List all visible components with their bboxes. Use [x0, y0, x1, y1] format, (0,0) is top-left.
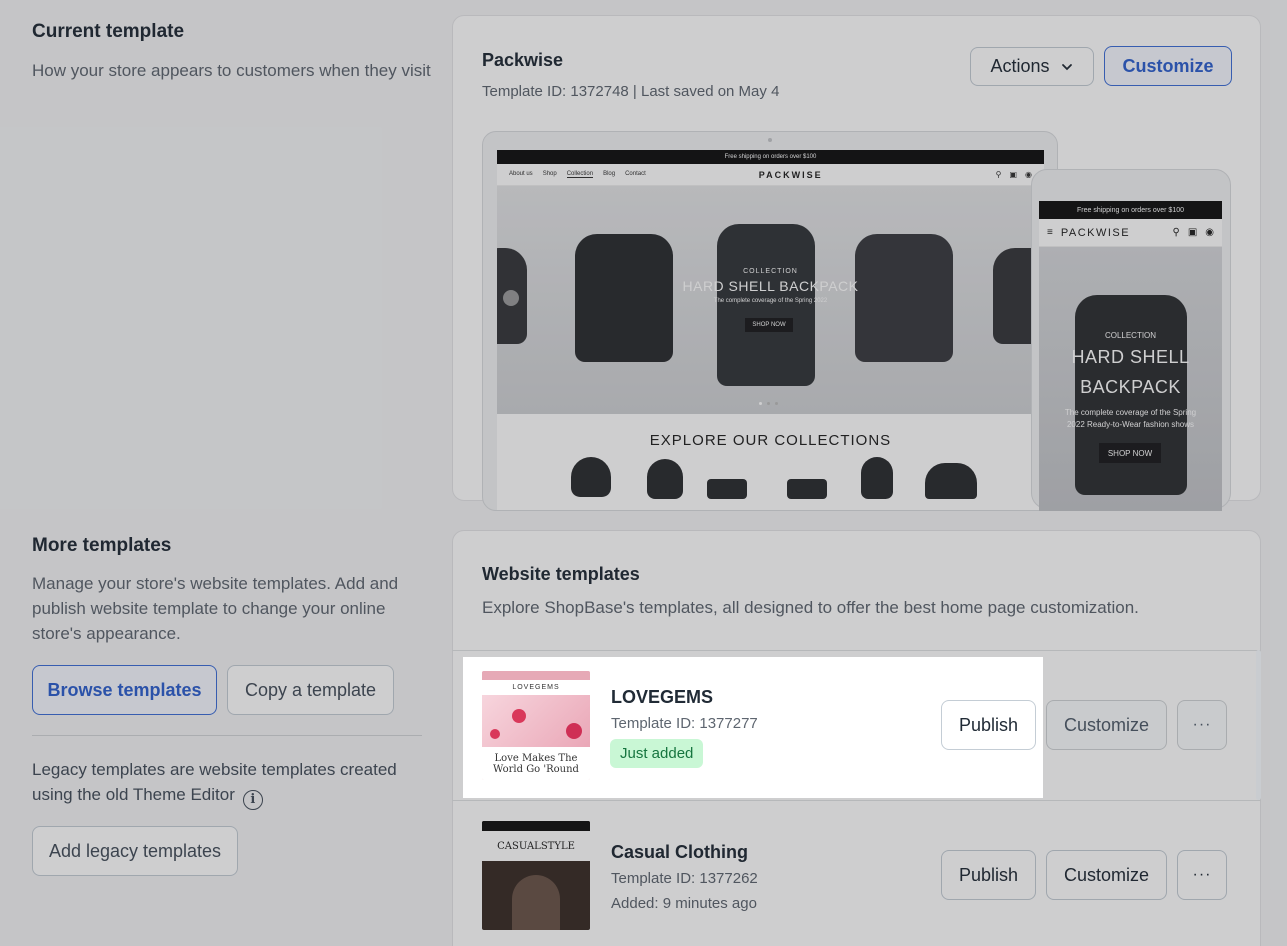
customize-current-button[interactable]: Customize	[1104, 46, 1232, 86]
section-divider	[32, 735, 422, 736]
collection-thumb	[861, 457, 893, 499]
legacy-templates-label: Legacy templates are website templates c…	[32, 760, 397, 804]
backpack-image	[717, 224, 815, 386]
carousel-dot	[775, 402, 778, 405]
template-thumbnail-casual[interactable]: CASUALSTYLE	[482, 821, 590, 930]
mobile-hero-title-1: HARD SHELL	[1071, 347, 1190, 367]
more-options-button[interactable]: ···	[1177, 850, 1227, 900]
template-id: Template ID: 1377277	[611, 715, 758, 732]
browse-templates-button[interactable]: Browse templates	[32, 665, 217, 715]
website-templates-heading: Website templates	[482, 564, 640, 584]
mobile-logo: PACKWISE	[1060, 226, 1131, 239]
thumb-topbar	[482, 671, 590, 680]
carousel-prev-icon	[503, 290, 519, 306]
preview-nav-link: About us	[509, 171, 533, 177]
preview-explore-title: EXPLORE OUR COLLECTIONS	[649, 432, 892, 449]
just-added-badge: Just added	[610, 739, 704, 768]
preview-hero-sub: The complete coverage of the Spring 2022	[713, 298, 828, 304]
website-templates-description: Explore ShopBase's templates, all design…	[482, 598, 1139, 617]
preview-nav: About us Shop Collection Blog Contact PA…	[497, 164, 1044, 186]
more-templates-description: Manage your store's website templates. A…	[32, 574, 399, 643]
preview-nav-link: Contact	[625, 171, 646, 177]
search-icon: ⚲	[1172, 227, 1180, 238]
collection-thumb	[787, 479, 827, 499]
mobile-hero-title-2: BACKPACK	[1080, 377, 1181, 397]
account-icon: ◉	[1205, 227, 1214, 238]
preview-logo: PACKWISE	[758, 169, 823, 180]
publish-button[interactable]: Publish	[941, 850, 1036, 900]
current-template-description: How your store appears to customers when…	[32, 61, 431, 80]
preview-nav-link: Collection	[566, 171, 594, 178]
template-thumbnail-lovegems[interactable]: LOVEGEMS Love Makes The World Go 'Round	[482, 671, 590, 780]
row-divider	[452, 650, 1261, 651]
thumb-hero	[482, 695, 590, 747]
more-options-button[interactable]: ···	[1177, 700, 1227, 750]
desktop-preview-screen: Free shipping on orders over $100 About …	[497, 150, 1044, 510]
collection-thumb	[647, 459, 683, 499]
mobile-announcement: Free shipping on orders over $100	[1039, 201, 1222, 219]
preview-nav-icons: ⚲ ▣ ◉	[995, 170, 1032, 179]
preview-hero-title: HARD SHELL BACKPACK	[682, 278, 859, 294]
actions-label: Actions	[990, 56, 1050, 76]
thumb-flower	[490, 729, 500, 739]
preview-hero: COLLECTION HARD SHELL BACKPACK The compl…	[497, 186, 1044, 414]
template-added-time: Added: 9 minutes ago	[611, 895, 757, 912]
copy-template-button[interactable]: Copy a template	[227, 665, 394, 715]
thumb-logo: LOVEGEMS	[482, 680, 590, 695]
collection-thumb	[571, 457, 611, 497]
row-divider	[452, 800, 1261, 801]
thumb-logo: CASUALSTYLE	[482, 831, 590, 861]
customize-button[interactable]: Customize	[1046, 850, 1167, 900]
chevron-down-icon	[1061, 63, 1072, 70]
preview-hero-cta: SHOP NOW	[745, 318, 793, 332]
carousel-dot	[767, 402, 770, 405]
current-template-heading: Current template	[32, 21, 185, 42]
list-scrollbar[interactable]	[1256, 650, 1261, 800]
template-name: LOVEGEMS	[611, 687, 714, 707]
preview-collection-strip	[497, 449, 1044, 499]
mobile-hero-sub: The complete coverage of the Spring 2022…	[1064, 408, 1197, 429]
more-templates-heading: More templates	[32, 535, 172, 556]
preview-nav-link: Blog	[603, 171, 616, 177]
thumb-flower	[566, 723, 582, 739]
current-template-meta: Template ID: 1372748 | Last saved on May…	[482, 83, 780, 100]
camera-dot	[768, 138, 772, 142]
add-legacy-templates-button[interactable]: Add legacy templates	[32, 826, 238, 876]
mobile-hero-cta: SHOP NOW	[1099, 443, 1161, 463]
preview-hero-kicker: COLLECTION	[743, 268, 798, 275]
mobile-preview-screen: Free shipping on orders over $100 ≡ PACK…	[1039, 201, 1222, 511]
info-icon[interactable]: i	[242, 789, 263, 810]
actions-dropdown-button[interactable]: Actions	[970, 47, 1094, 86]
mobile-nav: ≡ PACKWISE ⚲ ▣ ◉	[1039, 219, 1222, 247]
thumb-portrait	[512, 875, 560, 930]
thumb-topbar	[482, 821, 590, 831]
mobile-hero: COLLECTION HARD SHELL BACKPACK The compl…	[1039, 247, 1222, 511]
thumb-caption: Love Makes The World Go 'Round	[482, 747, 590, 780]
template-id: Template ID: 1377262	[611, 870, 758, 887]
customize-button[interactable]: Customize	[1046, 700, 1167, 750]
carousel-dot	[759, 402, 762, 405]
thumb-flower	[512, 709, 526, 723]
template-name: Casual Clothing	[611, 842, 749, 862]
collection-thumb	[707, 479, 747, 499]
publish-button[interactable]: Publish	[941, 700, 1036, 750]
bag-icon: ▣	[1187, 227, 1198, 238]
preview-announcement: Free shipping on orders over $100	[497, 150, 1044, 164]
mobile-hero-kicker: COLLECTION	[1104, 331, 1157, 340]
current-template-name: Packwise	[482, 50, 564, 70]
preview-nav-link: Shop	[542, 171, 557, 177]
legacy-templates-text: Legacy templates are website templates c…	[32, 757, 432, 810]
collection-thumb	[925, 463, 977, 499]
menu-icon: ≡	[1047, 227, 1053, 238]
